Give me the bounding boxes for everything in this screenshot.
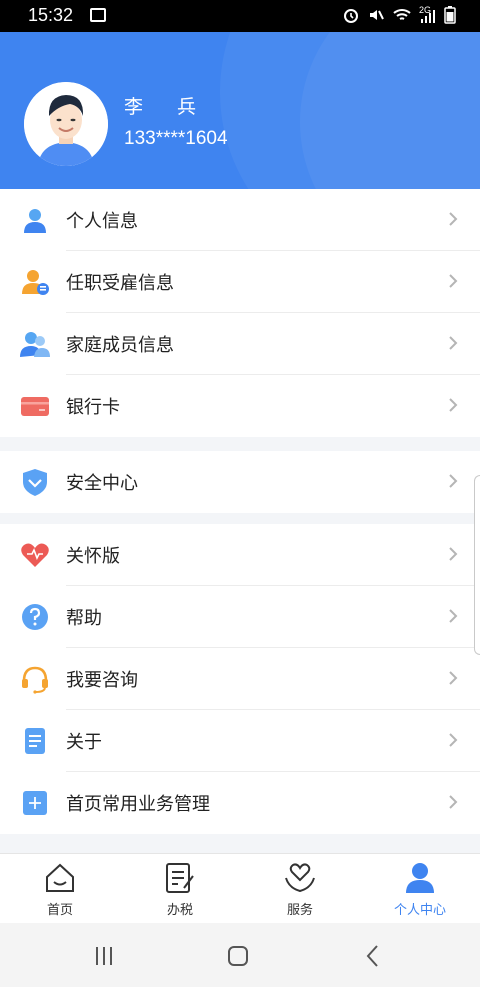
- menu-label: 首页常用业务管理: [66, 794, 210, 815]
- menu-item-employment-info[interactable]: 任职受雇信息: [0, 251, 480, 313]
- menu-item-home-services-manage[interactable]: 首页常用业务管理: [0, 772, 480, 834]
- chevron-right-icon: [448, 397, 458, 412]
- status-bar: 15:32 2G: [0, 0, 480, 32]
- home-icon: [44, 862, 76, 894]
- menu-item-care-mode[interactable]: 关怀版: [0, 524, 480, 586]
- chevron-right-icon: [448, 670, 458, 685]
- system-nav-bar: [0, 923, 480, 987]
- user-center-icon: [404, 862, 436, 894]
- menu-item-bank-card[interactable]: 银行卡: [0, 375, 480, 437]
- menu-label: 我要咨询: [66, 670, 138, 691]
- signal-icon: 2G: [419, 5, 437, 27]
- menu-group-personal: 个人信息 任职受雇信息 家庭成员信息 银行卡: [0, 189, 480, 437]
- home-button-icon[interactable]: [223, 941, 253, 971]
- menu-item-about[interactable]: 关于: [0, 710, 480, 772]
- scroll-handle[interactable]: [474, 475, 480, 655]
- tab-bar: 首页 办税 服务 个人中心: [0, 853, 480, 924]
- tax-icon: [164, 862, 196, 894]
- plus-square-icon: [20, 788, 50, 818]
- menu-label: 关于: [66, 732, 102, 753]
- image-icon: [90, 8, 106, 22]
- chevron-right-icon: [448, 546, 458, 561]
- chevron-right-icon: [448, 608, 458, 623]
- document-icon: [20, 726, 50, 756]
- back-icon[interactable]: [358, 941, 388, 971]
- alarm-icon: [342, 6, 360, 28]
- chevron-right-icon: [448, 273, 458, 288]
- tab-tax[interactable]: 办税: [120, 854, 240, 924]
- shield-icon: [20, 467, 50, 497]
- user-name: 李 兵: [124, 96, 211, 118]
- tab-home[interactable]: 首页: [0, 854, 120, 924]
- menu-item-personal-info[interactable]: 个人信息: [0, 189, 480, 251]
- menu-label: 关怀版: [66, 546, 120, 567]
- menu-item-security-center[interactable]: 安全中心: [0, 451, 480, 513]
- menu-group-other: 关怀版 帮助 我要咨询 关于 首页常用业务管理: [0, 524, 480, 834]
- heart-icon: [20, 540, 50, 570]
- status-icons: 2G: [342, 5, 456, 28]
- battery-icon: [444, 6, 456, 28]
- person-icon: [20, 205, 50, 235]
- chevron-right-icon: [448, 211, 458, 226]
- recent-apps-icon[interactable]: [89, 941, 119, 971]
- employment-icon: [20, 267, 50, 297]
- profile-header: 李 兵 133****1604: [0, 32, 480, 189]
- chevron-right-icon: [448, 732, 458, 747]
- menu-label: 安全中心: [66, 473, 138, 494]
- chevron-right-icon: [448, 335, 458, 350]
- mute-icon: [367, 6, 385, 28]
- tab-label: 服务: [286, 903, 313, 918]
- bank-card-icon: [20, 391, 50, 421]
- wifi-icon: [392, 6, 412, 28]
- chevron-right-icon: [448, 794, 458, 809]
- family-icon: [20, 329, 50, 359]
- help-icon: [20, 602, 50, 632]
- tab-label: 首页: [46, 903, 73, 918]
- headset-icon: [20, 664, 50, 694]
- menu-label: 银行卡: [66, 397, 120, 418]
- menu-item-consult[interactable]: 我要咨询: [0, 648, 480, 710]
- menu-label: 任职受雇信息: [66, 273, 174, 294]
- chevron-right-icon: [448, 473, 458, 488]
- menu-label: 个人信息: [66, 211, 138, 232]
- menu-item-help[interactable]: 帮助: [0, 586, 480, 648]
- menu-group-security: 安全中心: [0, 451, 480, 513]
- tab-service[interactable]: 服务: [240, 854, 360, 924]
- tab-user-center[interactable]: 个人中心: [360, 854, 480, 924]
- avatar[interactable]: [24, 82, 108, 166]
- menu-label: 家庭成员信息: [66, 335, 174, 356]
- status-time: 15:32: [28, 5, 74, 25]
- menu-item-family-info[interactable]: 家庭成员信息: [0, 313, 480, 375]
- tab-label: 个人中心: [393, 903, 446, 918]
- tab-label: 办税: [166, 903, 193, 918]
- service-icon: [284, 862, 316, 894]
- menu-label: 帮助: [66, 608, 102, 629]
- user-phone: 133****1604: [124, 128, 228, 149]
